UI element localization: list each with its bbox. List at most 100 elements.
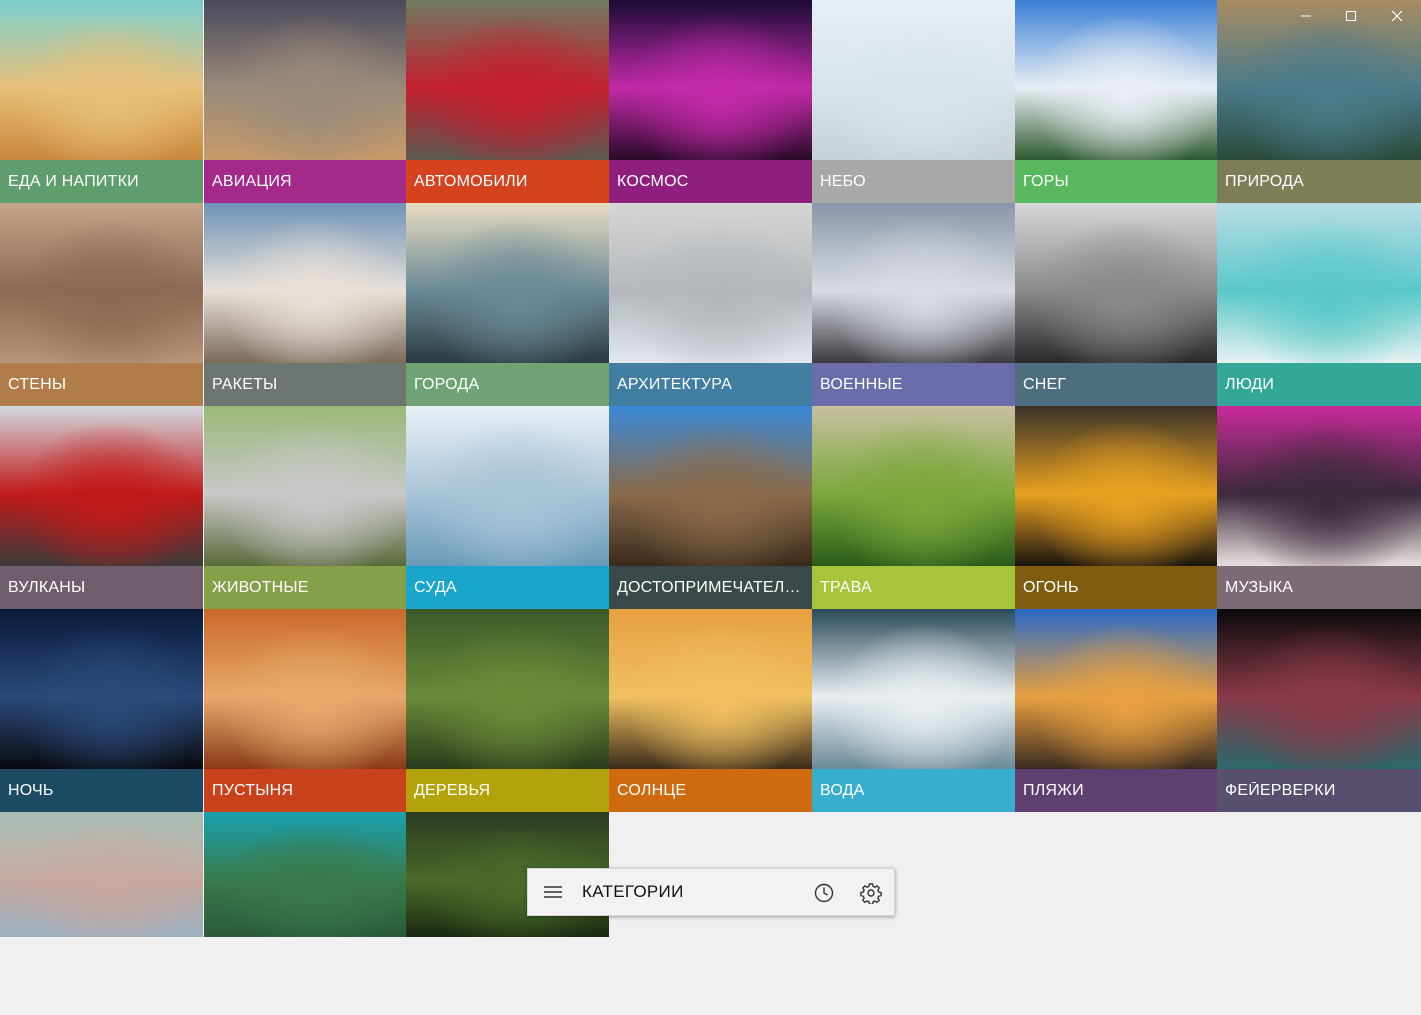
category-label: СОЛНЦЕ <box>617 781 687 799</box>
category-tile[interactable]: НОЧЬ <box>0 609 203 812</box>
category-label-bar: АРХИТЕКТУРА <box>609 363 812 406</box>
category-grid: ЕДА И НАПИТКИ АВИАЦИЯ АВТОМОБИЛИ КОСМОС НЕБО… <box>0 0 1421 937</box>
category-photo <box>406 0 609 160</box>
category-label-bar: СУДА <box>406 566 609 609</box>
category-tile[interactable]: ПЛЯЖИ <box>1015 609 1217 812</box>
category-photo <box>0 406 203 566</box>
category-label-bar: АВИАЦИЯ <box>204 160 406 203</box>
category-label: ПРИРОДА <box>1225 172 1304 190</box>
category-tile[interactable]: СУДА <box>406 406 609 609</box>
category-tile[interactable]: ДОСТОПРИМЕЧАТЕЛЬНОСТИ <box>609 406 812 609</box>
category-label: РАКЕТЫ <box>212 375 278 393</box>
category-photo <box>204 812 406 937</box>
category-photo <box>1217 203 1421 363</box>
hamburger-menu-icon <box>544 886 562 898</box>
category-label: ВОЕННЫЕ <box>820 375 903 393</box>
category-tile[interactable]: МУЗЫКА <box>1217 406 1421 609</box>
category-label-bar: РАКЕТЫ <box>204 363 406 406</box>
category-photo <box>609 203 812 363</box>
category-photo <box>0 812 203 937</box>
category-tile[interactable]: КОСМОС <box>609 0 812 203</box>
category-label-bar: НОЧЬ <box>0 769 203 812</box>
category-photo <box>609 406 812 566</box>
category-label: ПУСТЫНЯ <box>212 781 294 799</box>
category-label-bar: ВОДА <box>812 769 1015 812</box>
category-tile[interactable]: НЕБО <box>812 0 1015 203</box>
category-photo <box>1015 609 1217 769</box>
category-photo <box>406 406 609 566</box>
category-tile[interactable]: ПУСТЫНЯ <box>204 609 406 812</box>
category-photo <box>0 609 203 769</box>
category-label: ОГОНЬ <box>1023 578 1079 596</box>
category-photo <box>0 203 203 363</box>
category-tile[interactable]: ЖИВОТНЫЕ <box>204 406 406 609</box>
category-photo <box>1015 406 1217 566</box>
category-tile[interactable]: ОГОНЬ <box>1015 406 1217 609</box>
category-label: МУЗЫКА <box>1225 578 1294 596</box>
minimize-button[interactable] <box>1283 0 1329 32</box>
category-label-bar: ПЛЯЖИ <box>1015 769 1217 812</box>
settings-button[interactable] <box>855 877 887 909</box>
category-label-bar: ДЕРЕВЬЯ <box>406 769 609 812</box>
category-label: ДОСТОПРИМЕЧАТЕЛЬНОСТИ <box>617 578 805 596</box>
category-tile[interactable]: РАКЕТЫ <box>204 203 406 406</box>
category-label-bar: СОЛНЦЕ <box>609 769 812 812</box>
category-label: ПЛЯЖИ <box>1023 781 1084 799</box>
category-tile[interactable]: ГОРЫ <box>1015 0 1217 203</box>
category-label-bar: ВУЛКАНЫ <box>0 566 203 609</box>
category-photo <box>812 0 1015 160</box>
category-label: ЛЮДИ <box>1225 375 1275 393</box>
category-tile[interactable]: ВОЕННЫЕ <box>812 203 1015 406</box>
category-label: АВИАЦИЯ <box>212 172 292 190</box>
history-button[interactable] <box>808 877 840 909</box>
category-label-bar: КОСМОС <box>609 160 812 203</box>
category-tile[interactable]: ВУЛКАНЫ <box>0 406 203 609</box>
page-title: КАТЕГОРИИ <box>582 882 684 901</box>
category-label-bar: ПРИРОДА <box>1217 160 1421 203</box>
category-tile[interactable]: АВТОМОБИЛИ <box>406 0 609 203</box>
category-photo <box>204 0 406 160</box>
category-photo <box>1217 609 1421 769</box>
category-label: СУДА <box>414 578 457 596</box>
maximize-button[interactable] <box>1328 0 1374 32</box>
category-tile[interactable]: СТЕНЫ <box>0 203 203 406</box>
close-icon <box>1391 10 1403 22</box>
category-tile[interactable] <box>204 812 406 1015</box>
category-photo <box>812 203 1015 363</box>
menu-button[interactable] <box>538 877 568 907</box>
category-tile[interactable] <box>0 812 203 1015</box>
category-label: ТРАВА <box>820 578 872 596</box>
category-label-bar: ТРАВА <box>812 566 1015 609</box>
category-tile[interactable]: ТРАВА <box>812 406 1015 609</box>
category-photo <box>1217 406 1421 566</box>
category-photo <box>204 609 406 769</box>
category-label: АРХИТЕКТУРА <box>617 375 732 393</box>
category-tile[interactable]: ЛЮДИ <box>1217 203 1421 406</box>
category-tile[interactable]: ГОРОДА <box>406 203 609 406</box>
category-tile[interactable]: СНЕГ <box>1015 203 1217 406</box>
category-tile[interactable]: ВОДА <box>812 609 1015 812</box>
category-photo <box>204 406 406 566</box>
minimize-icon <box>1301 15 1311 17</box>
category-tile[interactable]: АВИАЦИЯ <box>204 0 406 203</box>
category-label-bar: ПУСТЫНЯ <box>204 769 406 812</box>
category-photo <box>406 203 609 363</box>
close-button[interactable] <box>1374 0 1420 32</box>
category-tile[interactable]: ЕДА И НАПИТКИ <box>0 0 203 203</box>
category-tile[interactable]: ДЕРЕВЬЯ <box>406 609 609 812</box>
category-tile[interactable]: АРХИТЕКТУРА <box>609 203 812 406</box>
category-label-bar: ЕДА И НАПИТКИ <box>0 160 203 203</box>
category-label-bar: ГОРЫ <box>1015 160 1217 203</box>
category-label-bar: ОГОНЬ <box>1015 566 1217 609</box>
category-photo <box>1015 203 1217 363</box>
category-tile[interactable]: ФЕЙЕРВЕРКИ <box>1217 609 1421 812</box>
category-photo <box>812 609 1015 769</box>
category-photo <box>812 406 1015 566</box>
category-label: ЖИВОТНЫЕ <box>212 578 309 596</box>
category-label: ВУЛКАНЫ <box>8 578 86 596</box>
category-tile[interactable]: СОЛНЦЕ <box>609 609 812 812</box>
category-label-bar: ЛЮДИ <box>1217 363 1421 406</box>
category-label-bar: ФЕЙЕРВЕРКИ <box>1217 769 1421 812</box>
category-label: КОСМОС <box>617 172 689 190</box>
category-label-bar: ГОРОДА <box>406 363 609 406</box>
